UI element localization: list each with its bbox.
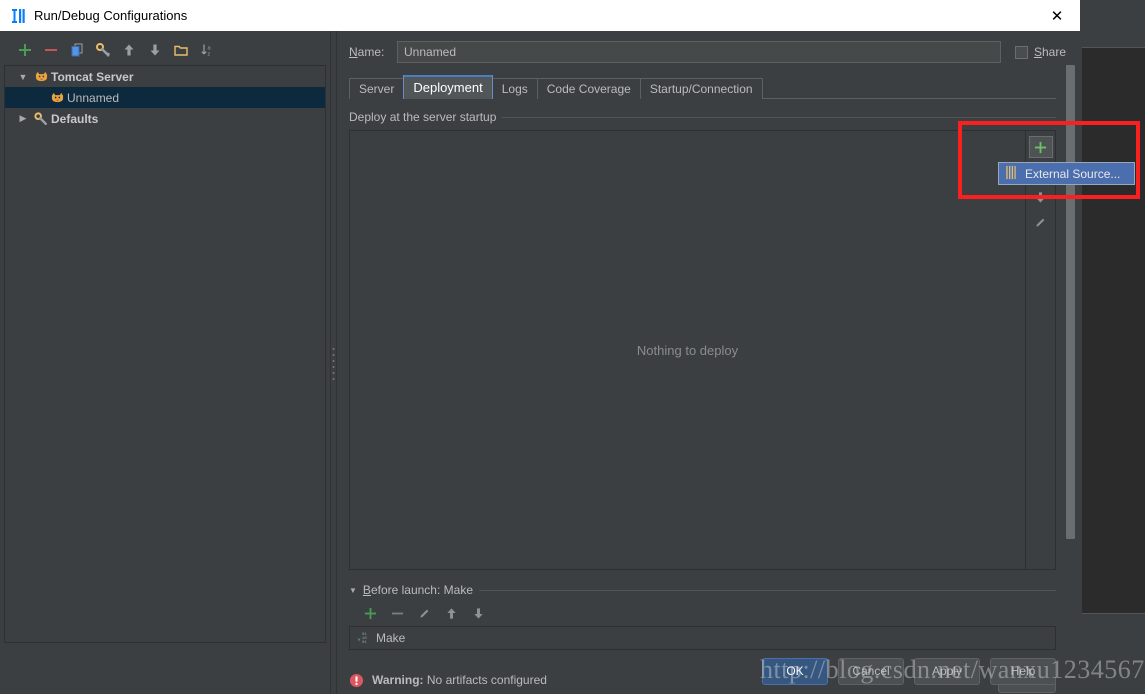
deployment-toolbar xyxy=(1026,130,1056,570)
help-button[interactable]: Help xyxy=(990,657,1056,685)
before-launch-legend: ▼ Before launch: Make xyxy=(349,582,1056,598)
before-launch-task-list[interactable]: 01 10 01 Make xyxy=(349,626,1056,650)
deployment-legend: Deploy at the server startup xyxy=(349,109,1056,125)
dialog-title-bar: Run/Debug Configurations ✕ xyxy=(0,0,1080,31)
chevron-down-icon[interactable]: ▼ xyxy=(15,72,31,82)
before-launch-label: Before launch: Make xyxy=(363,583,473,597)
run-debug-configurations-dialog: Run/Debug Configurations ✕ a z ▼ Tomcat … xyxy=(0,0,1080,694)
chevron-right-icon[interactable]: ▶ xyxy=(15,113,31,124)
before-launch-toolbar xyxy=(349,600,1056,626)
splitter-grip xyxy=(332,345,335,380)
editor-panel-scrollbar[interactable] xyxy=(1066,65,1075,539)
folder-icon[interactable] xyxy=(170,39,192,61)
tree-node-label: Tomcat Server xyxy=(51,69,134,84)
remove-task-button[interactable] xyxy=(386,602,408,624)
share-label-rest: hare xyxy=(1041,45,1066,59)
deployment-artifact-list[interactable]: Nothing to deploy xyxy=(349,130,1026,570)
edit-artifact-button[interactable] xyxy=(1029,211,1053,233)
background-toolbar xyxy=(1082,31,1145,47)
edit-task-button[interactable] xyxy=(413,602,435,624)
svg-text:01: 01 xyxy=(362,641,367,644)
name-label-mnemonic: N xyxy=(349,45,358,59)
name-row: Name: Share xyxy=(349,39,1080,65)
before-launch-task-label: Make xyxy=(376,631,406,645)
background-tool-window xyxy=(1082,613,1145,694)
add-configuration-button[interactable] xyxy=(14,39,36,61)
intellij-logo-icon xyxy=(10,7,28,25)
configurations-toolbar: a z xyxy=(4,37,326,63)
tab-server[interactable]: Server xyxy=(349,78,405,99)
share-label-mnemonic: S xyxy=(1033,45,1042,59)
wrench-icon[interactable] xyxy=(92,39,114,61)
apply-button[interactable]: Apply xyxy=(914,657,980,685)
configuration-tabs: Server Deployment Logs Code Coverage Sta… xyxy=(349,75,1080,99)
scrollbar-thumb[interactable] xyxy=(1066,65,1075,539)
name-input[interactable] xyxy=(397,41,1001,63)
background-editor: ' xsd”> xyxy=(1082,47,1145,613)
dialog-title: Run/Debug Configurations xyxy=(34,8,188,23)
share-checkbox[interactable] xyxy=(1014,45,1028,59)
svg-text:z: z xyxy=(208,51,211,57)
before-launch-label-rest: efore launch: Make xyxy=(370,583,473,597)
sort-az-icon[interactable]: a z xyxy=(196,39,218,61)
name-label: Name: xyxy=(349,45,397,59)
tree-node-label: Defaults xyxy=(51,111,99,126)
before-launch-section: ▼ Before launch: Make 01 10 01 Make xyxy=(349,582,1080,650)
add-artifact-button[interactable] xyxy=(1028,136,1053,158)
move-artifact-down-button[interactable] xyxy=(1029,186,1053,208)
tree-node-defaults[interactable]: ▶ Defaults xyxy=(5,108,325,129)
legend-divider xyxy=(502,116,1056,118)
tab-code-coverage[interactable]: Code Coverage xyxy=(536,78,641,99)
deployment-empty-text: Nothing to deploy xyxy=(636,342,739,358)
tomcat-icon xyxy=(31,70,51,83)
task-move-up-button[interactable] xyxy=(440,602,462,624)
deployment-section: Deploy at the server startup Nothing to … xyxy=(349,109,1080,570)
panel-splitter[interactable] xyxy=(330,31,337,694)
arrow-up-icon[interactable] xyxy=(118,39,140,61)
deployment-legend-label: Deploy at the server startup xyxy=(349,110,497,124)
arrow-down-icon[interactable] xyxy=(144,39,166,61)
deployment-box: Nothing to deploy xyxy=(349,130,1056,570)
dialog-button-row: OK Cancel Apply Help xyxy=(0,648,1080,694)
make-icon: 01 10 01 xyxy=(356,630,370,647)
legend-divider xyxy=(479,589,1056,591)
share-label: Share xyxy=(1034,45,1066,59)
tab-deployment[interactable]: Deployment xyxy=(403,75,493,99)
task-move-down-button[interactable] xyxy=(467,602,489,624)
tree-node-unnamed[interactable]: Unnamed xyxy=(5,87,325,108)
tree-node-label: Unnamed xyxy=(67,90,120,105)
remove-configuration-button[interactable] xyxy=(40,39,62,61)
chevron-down-icon[interactable]: ▼ xyxy=(349,586,357,595)
wrench-icon xyxy=(31,111,51,126)
dialog-body: a z ▼ Tomcat Server Unnamed ▶ Defaults N… xyxy=(0,31,1080,694)
tomcat-icon xyxy=(47,91,67,104)
before-launch-mnemonic: B xyxy=(362,583,371,597)
share-checkbox-group[interactable]: Share xyxy=(1014,45,1066,59)
name-label-rest: ame: xyxy=(357,45,385,59)
ok-button[interactable]: OK xyxy=(762,657,828,685)
tab-startup-connection[interactable]: Startup/Connection xyxy=(639,78,763,99)
cancel-button[interactable]: Cancel xyxy=(838,657,904,685)
tab-logs[interactable]: Logs xyxy=(491,78,538,99)
close-icon[interactable]: ✕ xyxy=(1034,0,1080,31)
tree-node-tomcat-server[interactable]: ▼ Tomcat Server xyxy=(5,66,325,87)
external-source-menu-item-label: External Source... xyxy=(1025,166,1121,181)
add-artifact-popup-menu[interactable]: External Source... xyxy=(998,162,1135,185)
add-task-button[interactable] xyxy=(359,602,381,624)
configurations-tree[interactable]: ▼ Tomcat Server Unnamed ▶ Defaults xyxy=(4,65,326,643)
configurations-panel: a z ▼ Tomcat Server Unnamed ▶ Defaults xyxy=(0,31,330,694)
external-source-icon xyxy=(1004,165,1018,183)
copy-icon[interactable] xyxy=(66,39,88,61)
configuration-editor-panel: Name: Share Server Deployment Logs Code … xyxy=(337,31,1080,694)
